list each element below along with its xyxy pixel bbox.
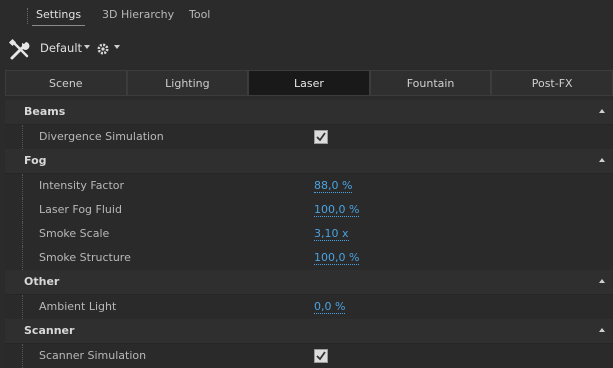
sub-tab-bar: Scene Lighting Laser Fountain Post-FX	[5, 70, 613, 96]
check-icon	[316, 132, 326, 142]
setting-row: Laser Fog Fluid 100,0 %	[5, 198, 613, 222]
section-title: Beams	[24, 105, 66, 118]
gear-dropdown-icon[interactable]	[114, 45, 120, 49]
section-scanner[interactable]: Scanner	[5, 319, 613, 344]
ambient-light-value[interactable]: 0,0 %	[314, 300, 346, 314]
tab-lighting[interactable]: Lighting	[126, 70, 249, 96]
tab-fountain[interactable]: Fountain	[369, 70, 492, 96]
section-title: Scanner	[24, 324, 75, 337]
tab-settings[interactable]: Settings	[31, 8, 86, 26]
tab-scene[interactable]: Scene	[5, 70, 127, 96]
toolbar: Default	[0, 30, 613, 68]
section-title: Fog	[24, 154, 47, 167]
setting-label: Intensity Factor	[39, 179, 125, 192]
tab-laser[interactable]: Laser	[248, 70, 370, 96]
tab-tool[interactable]: Tool	[189, 8, 210, 21]
laser-fog-fluid-value[interactable]: 100,0 %	[314, 203, 360, 217]
collapse-icon[interactable]	[599, 158, 605, 162]
check-icon	[316, 351, 326, 361]
chevron-down-icon[interactable]	[84, 45, 90, 49]
setting-label: Laser Fog Fluid	[39, 203, 122, 216]
collapse-icon[interactable]	[599, 279, 605, 283]
setting-row: Intensity Factor 88,0 %	[5, 174, 613, 198]
divergence-simulation-checkbox[interactable]	[314, 130, 328, 144]
section-other[interactable]: Other	[5, 270, 613, 295]
tab-3d-hierarchy[interactable]: 3D Hierarchy	[102, 8, 174, 21]
setting-label: Ambient Light	[39, 300, 117, 313]
gear-icon[interactable]	[96, 42, 110, 56]
section-beams[interactable]: Beams	[5, 100, 613, 125]
collapse-icon[interactable]	[599, 109, 605, 113]
scanner-simulation-checkbox[interactable]	[314, 349, 328, 363]
setting-row: Scanner Simulation	[5, 344, 613, 368]
setting-label: Divergence Simulation	[39, 130, 164, 143]
section-fog[interactable]: Fog	[5, 149, 613, 174]
setting-row: Ambient Light 0,0 %	[5, 295, 613, 319]
setting-row: Smoke Scale 3,10 x	[5, 222, 613, 246]
intensity-factor-value[interactable]: 88,0 %	[314, 179, 353, 193]
setting-label: Smoke Structure	[39, 251, 131, 264]
section-title: Other	[24, 275, 60, 288]
setting-row: Smoke Structure 100,0 %	[5, 246, 613, 270]
indent-guide	[22, 198, 24, 222]
indent-guide	[22, 295, 24, 319]
drag-grip-icon[interactable]	[27, 8, 30, 24]
collapse-icon[interactable]	[599, 328, 605, 332]
preset-dropdown[interactable]: Default	[40, 41, 82, 55]
smoke-scale-value[interactable]: 3,10 x	[314, 227, 349, 241]
smoke-structure-value[interactable]: 100,0 %	[314, 251, 360, 265]
setting-row: Divergence Simulation	[5, 125, 613, 149]
indent-guide	[22, 344, 24, 368]
setting-label: Smoke Scale	[39, 227, 110, 240]
indent-guide	[22, 222, 24, 246]
tools-icon[interactable]	[8, 38, 32, 62]
setting-label: Scanner Simulation	[39, 349, 147, 362]
top-tab-bar: Settings 3D Hierarchy Tool	[0, 0, 613, 30]
indent-guide	[22, 246, 24, 270]
tab-post-fx[interactable]: Post-FX	[491, 70, 613, 96]
settings-panel: Beams Divergence Simulation Fog Intensit…	[5, 100, 613, 368]
indent-guide	[22, 174, 24, 198]
indent-guide	[22, 125, 24, 149]
